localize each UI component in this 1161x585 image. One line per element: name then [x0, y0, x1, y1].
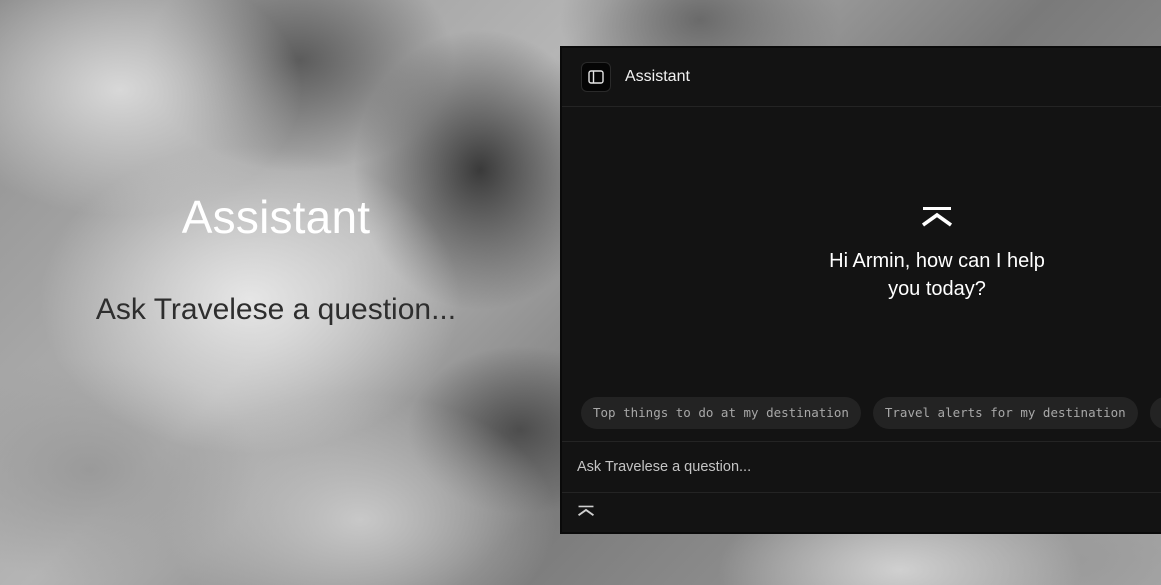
- sidebar-toggle-button[interactable]: [581, 62, 611, 92]
- question-input-row: [562, 441, 1161, 493]
- app-background: Assistant Ask Travelese a question... As…: [0, 0, 1161, 585]
- hero-subtitle: Ask Travelese a question...: [95, 293, 457, 326]
- travelese-logo-icon: [922, 207, 952, 227]
- question-input[interactable]: [577, 459, 1137, 475]
- hero-title: Assistant: [181, 191, 371, 243]
- sidebar-toggle-icon: [588, 70, 604, 84]
- panel-title: Assistant: [625, 68, 690, 85]
- suggestion-chip[interactable]: Travel alerts for my destination: [872, 397, 1138, 429]
- assistant-panel: Assistant Hi Armin, how can I help you t…: [560, 46, 1161, 534]
- travelese-logo-icon: [578, 505, 594, 517]
- suggestion-chips: Top things to do at my destination Travel…: [581, 397, 1161, 429]
- suggestion-chip[interactable]: F: [1149, 397, 1161, 429]
- welcome-section: Hi Armin, how can I help you today?: [817, 206, 1057, 303]
- panel-header: Assistant: [562, 48, 1161, 107]
- greeting-text: Hi Armin, how can I help you today?: [829, 250, 1045, 300]
- suggestion-chip[interactable]: Top things to do at my destination: [581, 397, 861, 429]
